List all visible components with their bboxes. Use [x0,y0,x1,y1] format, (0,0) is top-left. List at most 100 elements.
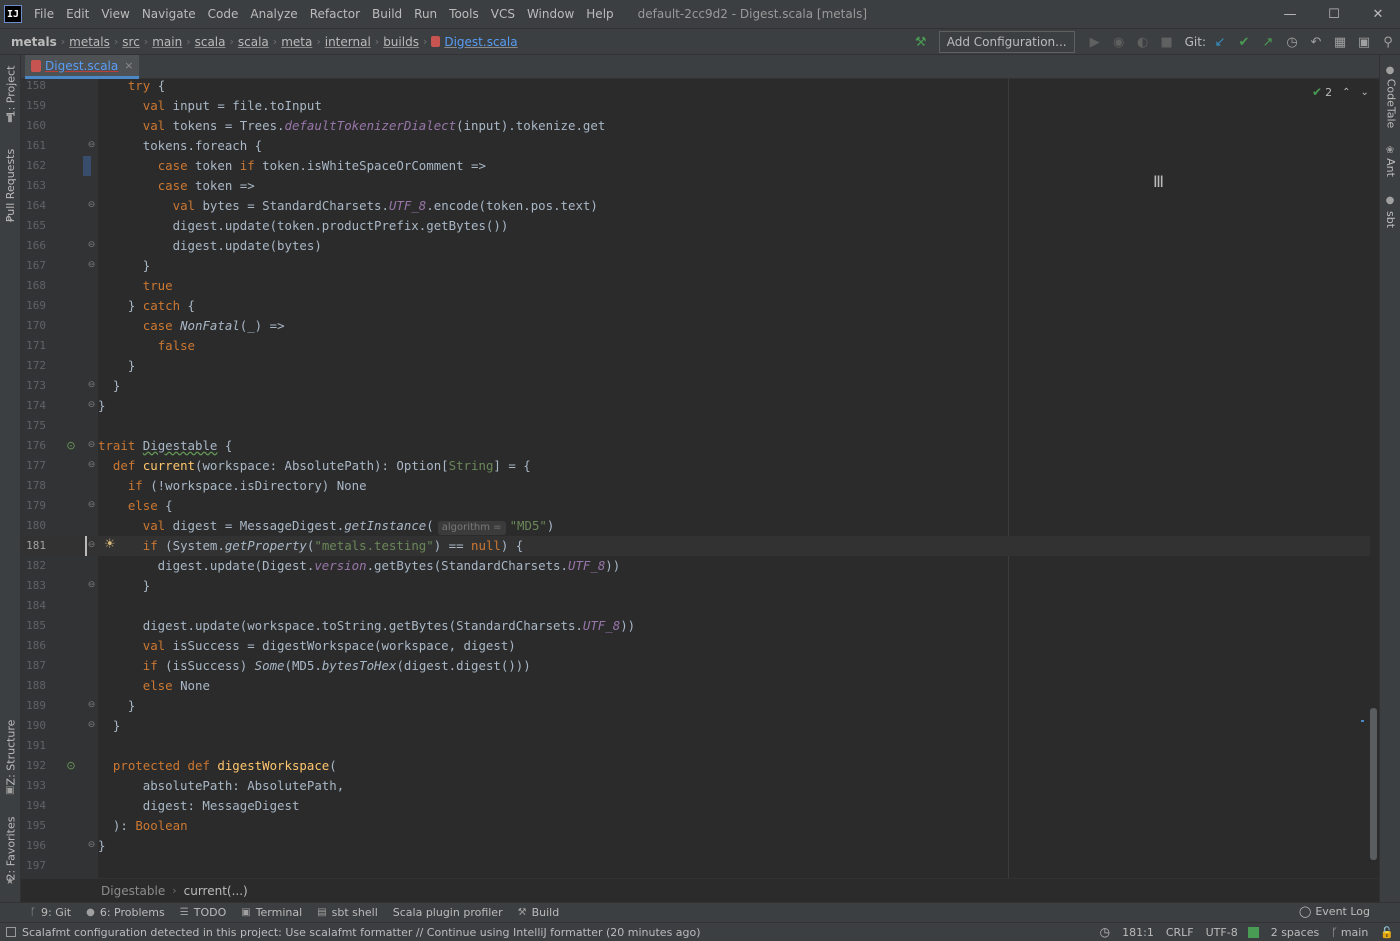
code-line[interactable]: 187 if (isSuccess) Some(MD5.bytesToHex(d… [21,656,1370,676]
breadcrumb-item[interactable]: Digest.scala [444,35,517,49]
code-line[interactable]: 166 ⊖ digest.update(bytes) [21,236,1370,256]
caret-position[interactable]: 181:1 [1122,926,1154,939]
menu-edit[interactable]: Edit [60,0,95,28]
fold-marker-icon[interactable]: ⊖ [87,721,96,731]
lock-icon[interactable]: 🔓 [1380,926,1394,939]
event-log-button[interactable]: ◯ Event Log [1299,905,1370,918]
fold-marker-icon[interactable]: ⊖ [87,701,96,711]
code-line[interactable]: 194 digest: MessageDigest [21,796,1370,816]
code-line[interactable]: 186 val isSuccess = digestWorkspace(work… [21,636,1370,656]
fold-marker-icon[interactable]: ⊖ [87,261,96,271]
tool-window-sbt-shell[interactable]: ▤ sbt shell [317,906,378,919]
fold-marker-icon[interactable]: ⊖ [87,581,96,591]
code-line[interactable]: 165 digest.update(token.productPrefix.ge… [21,216,1370,236]
code-line[interactable]: 178 if (!workspace.isDirectory) None [21,476,1370,496]
menu-tools[interactable]: Tools [443,0,485,28]
fold-marker-icon[interactable]: ⊖ [87,201,96,211]
breadcrumb-item[interactable]: scala [195,35,226,49]
code-editor[interactable]: 158 try {159 val input = file.toInput 160… [21,79,1379,878]
minimize-icon[interactable]: — [1268,0,1312,28]
next-highlight-icon[interactable]: ⌄ [1360,87,1368,98]
code-line[interactable]: 163 case token => [21,176,1370,196]
fold-marker-icon[interactable]: ⊖ [87,501,96,511]
menu-window[interactable]: Window [521,0,580,28]
menu-navigate[interactable]: Navigate [136,0,202,28]
fold-marker-icon[interactable]: ⊖ [87,841,96,851]
rollback-icon[interactable]: ↶ [1304,30,1328,54]
tool-window-terminal[interactable]: ▣ Terminal [241,906,302,919]
code-line[interactable]: 193 absolutePath: AbsolutePath, [21,776,1370,796]
structure-tool-tab[interactable]: Z: Structure [0,719,21,785]
code-line[interactable]: 180 val digest = MessageDigest.getInstan… [21,516,1370,536]
code-line[interactable]: 190 ⊖ } [21,716,1370,736]
code-line[interactable]: 182 digest.update(Digest.version.getByte… [21,556,1370,576]
breadcrumb-item[interactable]: meta [281,35,312,49]
clock-icon[interactable]: ◷ [1100,925,1110,939]
menu-view[interactable]: View [95,0,135,28]
code-line[interactable]: 181 ⊖ ☀ if (System.getProperty("metals.tes… [21,536,1370,556]
menu-vcs[interactable]: VCS [485,0,521,28]
code-line[interactable]: 158 try { [21,79,1370,96]
breadcrumb-item[interactable]: builds [383,35,419,49]
code-line[interactable]: 195 ): Boolean [21,816,1370,836]
code-line[interactable]: 159 val input = file.toInput [21,96,1370,116]
sbt-tool-tab[interactable]: sbt [1380,207,1400,231]
coverage-icon[interactable]: ◐ [1131,30,1155,54]
menu-help[interactable]: Help [580,0,619,28]
menu-code[interactable]: Code [202,0,245,28]
build-hammer-icon[interactable]: ⚒ [909,30,933,54]
fold-marker-icon[interactable]: ⊖ [87,141,96,151]
tool-window-scala-plugin-profiler[interactable]: Scala plugin profiler [393,906,503,919]
code-line[interactable]: 191 [21,736,1370,756]
debug-icon[interactable]: ◉ [1107,30,1131,54]
menu-refactor[interactable]: Refactor [304,0,366,28]
vertical-scrollbar[interactable] [1370,708,1377,860]
fold-marker-icon[interactable]: ⊖ [87,241,96,251]
maximize-icon[interactable]: ☐ [1312,0,1356,28]
code-line[interactable]: 161 ⊖ tokens.foreach { [21,136,1370,156]
code-line[interactable]: 196 ⊖} [21,836,1370,856]
ant-tool-tab[interactable]: Ant [1380,155,1400,179]
breadcrumb-method[interactable]: current(...) [184,884,248,898]
code-line[interactable]: 171 false [21,336,1370,356]
fold-marker-icon[interactable]: ⊖ [87,541,96,551]
fold-marker-icon[interactable]: ⊖ [87,441,96,451]
previous-highlight-icon[interactable]: ⌃ [1342,87,1350,98]
favorites-tool-tab[interactable]: 2: Favorites [0,813,21,883]
code-line[interactable]: 179 ⊖ else { [21,496,1370,516]
code-line[interactable]: 172 } [21,356,1370,376]
close-icon[interactable]: ✕ [1356,0,1400,28]
project-tool-tab[interactable]: 1: Project [0,61,21,121]
pull-requests-tool-tab[interactable]: Pull Requests [0,145,21,225]
history-icon[interactable]: ◷ [1280,30,1304,54]
git-commit-icon[interactable]: ✔ [1232,30,1256,54]
status-message[interactable]: Scalafmt configuration detected in this … [22,926,701,939]
menu-file[interactable]: File [28,0,60,28]
git-branch-widget[interactable]: ᚴ main [1331,926,1368,939]
presentation-icon[interactable]: ▣ [1352,30,1376,54]
breadcrumb-item[interactable]: src [122,35,140,49]
code-line[interactable]: 188 else None [21,676,1370,696]
menu-run[interactable]: Run [408,0,443,28]
code-line[interactable]: 174 ⊖} [21,396,1370,416]
code-line[interactable]: 162 case token if token.isWhiteSpaceOrCo… [21,156,1370,176]
tool-window-9-git[interactable]: ᚴ 9: Git [30,906,71,919]
search-icon[interactable]: ⚲ [1376,30,1400,54]
breadcrumb-item[interactable]: scala [238,35,269,49]
indent-setting[interactable]: 2 spaces [1271,926,1320,939]
code-line[interactable]: 167 ⊖ } [21,256,1370,276]
menu-analyze[interactable]: Analyze [244,0,303,28]
status-panel-icon[interactable] [6,927,16,937]
breadcrumb-trait[interactable]: Digestable [101,884,165,898]
breadcrumb-item[interactable]: metals [69,35,110,49]
tool-window-build[interactable]: ⚒ Build [518,906,560,919]
code-line[interactable]: 185 digest.update(workspace.toString.get… [21,616,1370,636]
code-line[interactable]: 170 case NonFatal(_) => [21,316,1370,336]
tool-window-6-problems[interactable]: ● 6: Problems [86,906,165,919]
file-tab-digest-scala[interactable]: Digest.scala × [25,55,140,79]
git-update-icon[interactable]: ↙ [1208,30,1232,54]
breadcrumb-item[interactable]: metals [11,35,57,49]
code-line[interactable]: 197 [21,856,1370,876]
tool-window-todo[interactable]: ☰ TODO [180,906,226,919]
inspection-widget[interactable]: ✔ 2 ⌃ ⌄ [1312,85,1369,99]
